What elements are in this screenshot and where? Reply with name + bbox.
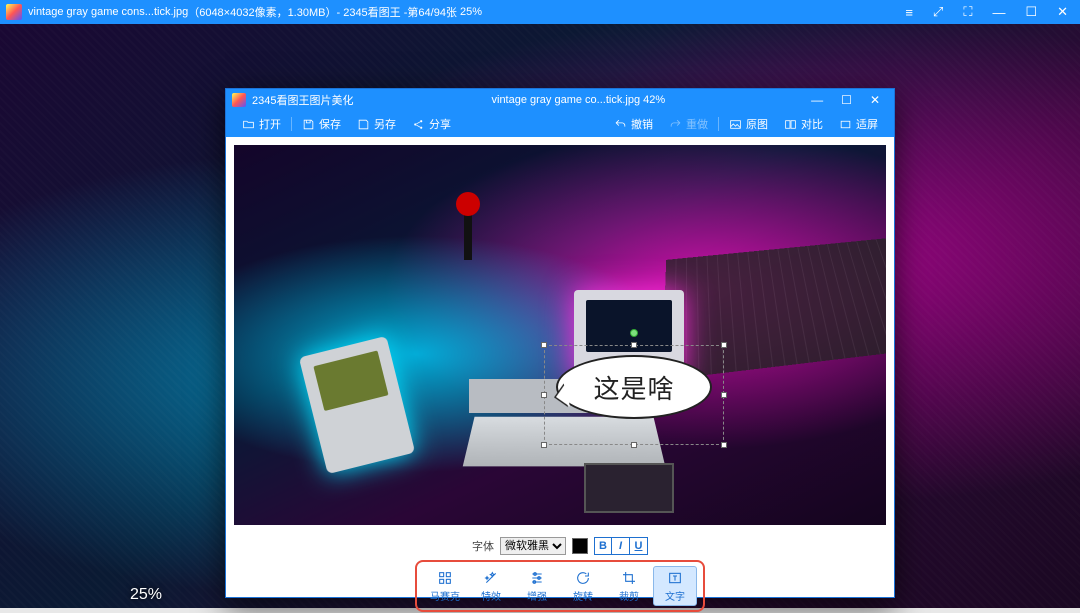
editor-titlebar[interactable]: 2345看图王图片美化 vintage gray game co...tick.…	[226, 89, 894, 111]
outer-filename: vintage gray game cons...tick.jpg	[28, 6, 188, 18]
color-swatch[interactable]	[572, 538, 588, 554]
compare-label: 对比	[801, 116, 823, 132]
scale-button[interactable]: ⤢	[927, 2, 949, 22]
rotate-label: 旋转	[573, 588, 593, 603]
crop-tool[interactable]: 裁剪	[607, 566, 651, 606]
effect-tool[interactable]: 特效	[469, 566, 513, 606]
bubble-text[interactable]: 这是啥	[593, 369, 674, 406]
footer-zoom: 25%	[130, 586, 162, 604]
font-label: 字体	[472, 538, 494, 554]
outer-dimensions: （6048×4032像素，1.30MB）	[188, 4, 336, 20]
share-label: 分享	[429, 116, 451, 132]
separator	[718, 117, 719, 131]
resize-handle-e[interactable]	[721, 392, 727, 398]
redo-label: 重做	[686, 116, 708, 132]
save-label: 保存	[319, 116, 341, 132]
rotate-tool[interactable]: 旋转	[561, 566, 605, 606]
effect-label: 特效	[481, 588, 501, 603]
main-canvas: 2345看图王图片美化 vintage gray game co...tick.…	[0, 24, 1080, 608]
outer-window: vintage gray game cons...tick.jpg （6048×…	[0, 0, 1080, 608]
fit-button[interactable]: 适屏	[831, 114, 886, 134]
minimize-button[interactable]: —	[986, 3, 1011, 22]
resize-handle-ne[interactable]	[721, 342, 727, 348]
editor-image	[234, 145, 886, 525]
saveas-button[interactable]: 另存	[349, 114, 404, 134]
magic-icon	[483, 570, 499, 586]
crop-icon	[621, 570, 637, 586]
editor-window: 2345看图王图片美化 vintage gray game co...tick.…	[225, 88, 895, 598]
sliders-icon	[529, 570, 545, 586]
resize-handle-se[interactable]	[721, 442, 727, 448]
editor-toolbar: 打开 保存 另存 分享 撤销	[226, 111, 894, 137]
app-icon	[6, 4, 22, 20]
saveas-icon	[357, 118, 370, 131]
format-group: B I U	[594, 537, 648, 555]
resize-handle-sw[interactable]	[541, 442, 547, 448]
text-tool[interactable]: 文字	[653, 566, 697, 606]
undo-label: 撤销	[631, 116, 653, 132]
fit-icon	[839, 118, 852, 131]
share-icon	[412, 118, 425, 131]
fullscreen-button[interactable]: ⛶	[957, 2, 978, 22]
save-button[interactable]: 保存	[294, 114, 349, 134]
crop-label: 裁剪	[619, 588, 639, 603]
compare-icon	[784, 118, 797, 131]
compare-button[interactable]: 对比	[776, 114, 831, 134]
redo-icon	[669, 118, 682, 131]
resize-handle-s[interactable]	[631, 442, 637, 448]
editor-app-icon	[232, 93, 246, 107]
undo-icon	[614, 118, 627, 131]
editor-close-button[interactable]: ✕	[862, 92, 888, 108]
resize-handle-n[interactable]	[631, 342, 637, 348]
speech-bubble[interactable]: 这是啥	[556, 355, 712, 419]
text-icon	[667, 570, 683, 586]
resize-handle-nw[interactable]	[541, 342, 547, 348]
rotate-handle[interactable]	[630, 329, 638, 337]
bottom-toolbar: 马赛克 特效 增强 旋转	[226, 559, 894, 613]
enhance-tool[interactable]: 增强	[515, 566, 559, 606]
outer-counter: 第64/94张	[407, 4, 457, 20]
fit-label: 适屏	[856, 116, 878, 132]
bold-button[interactable]: B	[594, 537, 612, 555]
enhance-label: 增强	[527, 588, 547, 603]
mosaic-label: 马赛克	[430, 588, 460, 603]
save-icon	[302, 118, 315, 131]
rotate-icon	[575, 570, 591, 586]
original-button[interactable]: 原图	[721, 114, 776, 134]
open-label: 打开	[259, 116, 281, 132]
close-button[interactable]: ✕	[1051, 2, 1074, 22]
undo-button[interactable]: 撤销	[606, 114, 661, 134]
font-toolbar: 字体 微软雅黑 B I U	[226, 533, 894, 559]
tool-row-highlight: 马赛克 特效 增强 旋转	[415, 560, 705, 612]
mosaic-tool[interactable]: 马赛克	[423, 566, 467, 606]
text-label: 文字	[665, 588, 685, 603]
outer-titlebar[interactable]: vintage gray game cons...tick.jpg （6048×…	[0, 0, 1080, 24]
image-icon	[729, 118, 742, 131]
open-button[interactable]: 打开	[234, 114, 289, 134]
editor-filename: vintage gray game co...tick.jpg 42%	[353, 94, 803, 106]
editor-maximize-button[interactable]: ☐	[833, 92, 860, 108]
saveas-label: 另存	[374, 116, 396, 132]
maximize-button[interactable]: ☐	[1019, 2, 1043, 22]
editor-canvas[interactable]: 这是啥	[234, 145, 886, 525]
editor-minimize-button[interactable]: —	[803, 92, 831, 108]
outer-zoom: 25%	[460, 6, 482, 18]
outer-appname: - 2345看图王 -	[336, 4, 407, 20]
underline-button[interactable]: U	[630, 537, 648, 555]
redo-button[interactable]: 重做	[661, 114, 716, 134]
menu-button[interactable]: ≡	[899, 3, 919, 22]
folder-open-icon	[242, 118, 255, 131]
separator	[291, 117, 292, 131]
text-selection-box[interactable]: 这是啥	[544, 345, 724, 445]
italic-button[interactable]: I	[612, 537, 630, 555]
font-select[interactable]: 微软雅黑	[500, 537, 566, 555]
mosaic-icon	[437, 570, 453, 586]
original-label: 原图	[746, 116, 768, 132]
share-button[interactable]: 分享	[404, 114, 459, 134]
editor-title: 2345看图王图片美化	[252, 92, 353, 108]
